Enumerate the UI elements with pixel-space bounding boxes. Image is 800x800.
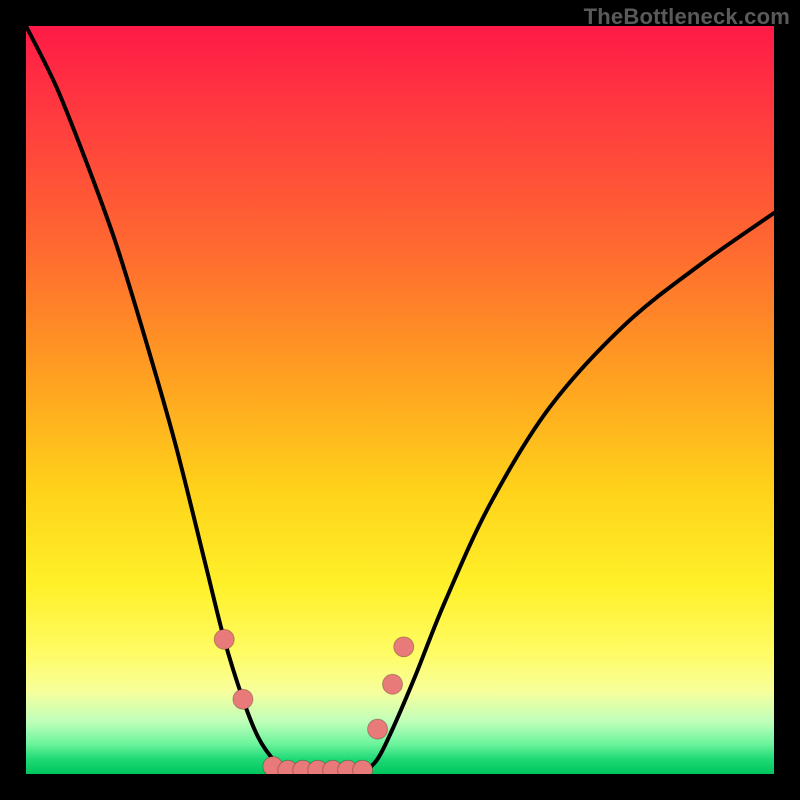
data-marker: [368, 719, 388, 739]
chart-lines: [26, 26, 774, 774]
data-marker: [353, 760, 373, 774]
data-marker: [214, 629, 234, 649]
watermark-text: TheBottleneck.com: [584, 4, 790, 30]
data-marker: [233, 689, 253, 709]
data-marker: [383, 674, 403, 694]
chart-markers: [214, 629, 414, 774]
data-marker: [394, 637, 414, 657]
series-right-curve: [363, 213, 774, 774]
chart-plot-area: [26, 26, 774, 774]
series-left-curve: [26, 26, 288, 774]
chart-svg: [26, 26, 774, 774]
